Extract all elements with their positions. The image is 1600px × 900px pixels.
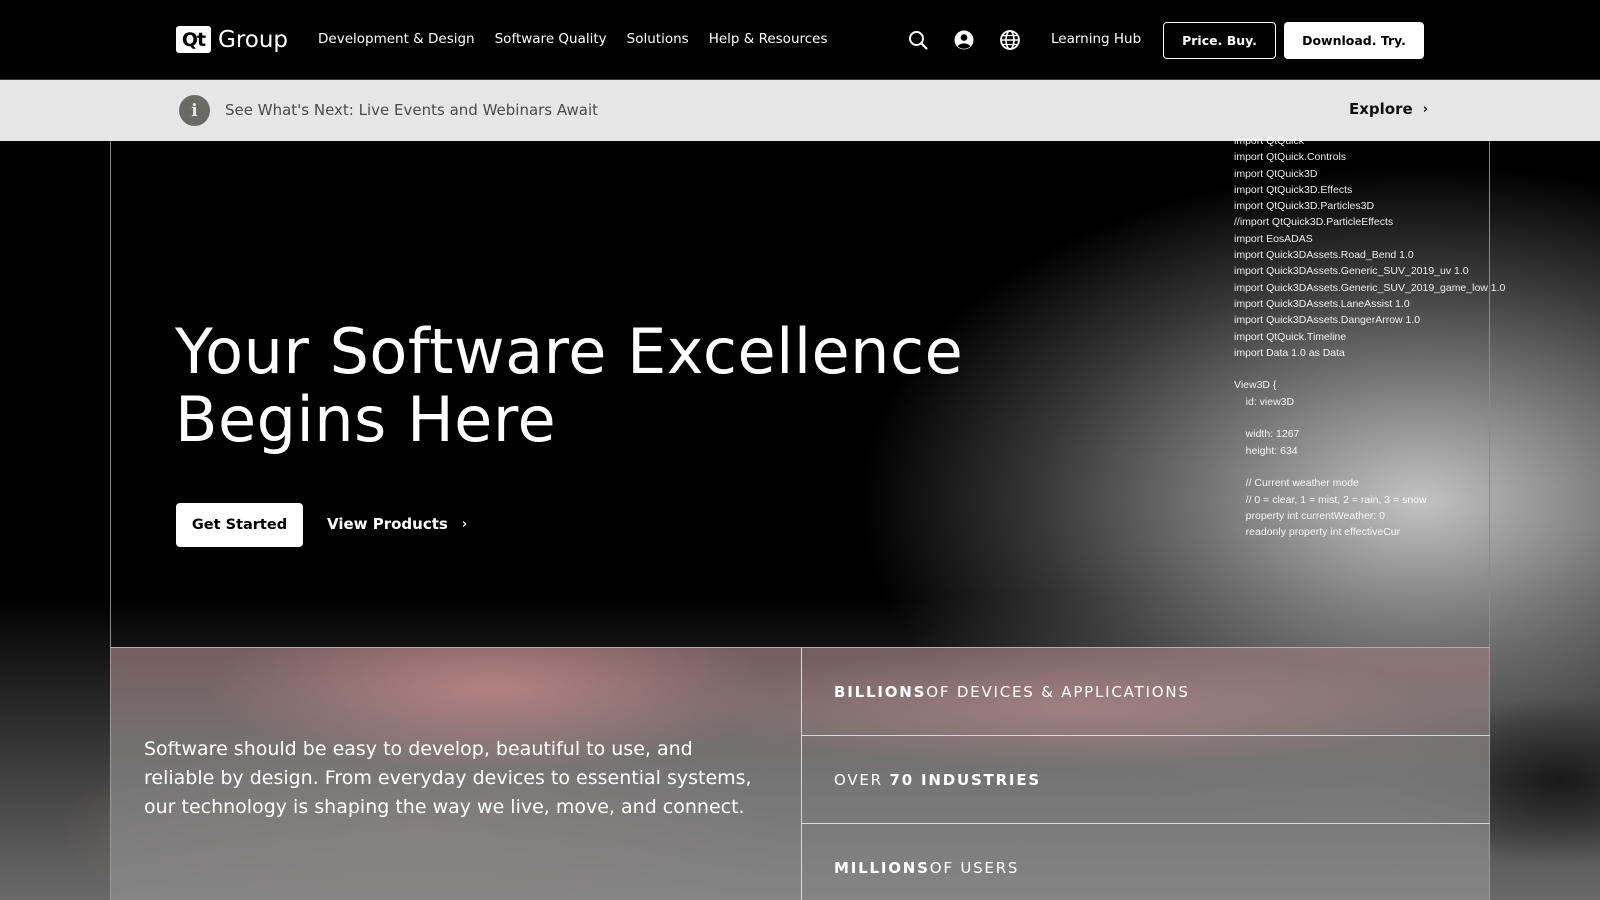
code-line: id: view3D xyxy=(1234,395,1295,408)
code-line: import QtQuick xyxy=(1234,135,1305,147)
code-line: // Current weather mode xyxy=(1234,477,1359,490)
view-products-label: View Products xyxy=(327,515,448,533)
nav-software-quality[interactable]: Software Quality xyxy=(495,31,607,47)
stat-bold: BILLIONS xyxy=(834,682,927,701)
info-icon: i xyxy=(179,95,210,126)
code-line: // 0 = clear, 1 = mist, 2 = rain, 3 = sn… xyxy=(1234,493,1427,506)
hero-title: Your Software Excellence Begins Here xyxy=(175,318,975,454)
stat-bold: 70 INDUSTRIES xyxy=(889,770,1041,789)
nav-solutions[interactable]: Solutions xyxy=(627,31,689,47)
stat-bold: MILLIONS xyxy=(834,859,930,877)
stat-rest: OF DEVICES & APPLICATIONS xyxy=(926,682,1190,701)
explore-label: Explore xyxy=(1349,100,1413,118)
chevron-right-icon: › xyxy=(461,516,468,532)
view-products-link[interactable]: View Products › xyxy=(327,515,467,533)
stats-list: BILLIONS OF DEVICES & APPLICATIONS OVER … xyxy=(801,648,1490,900)
account-icon[interactable] xyxy=(953,29,975,51)
chevron-right-icon: › xyxy=(1422,101,1429,117)
code-line: property int currentWeather: 0 xyxy=(1234,509,1385,522)
code-line: import QtQuick3D.Particles3D xyxy=(1234,200,1375,213)
code-line: height: 634 xyxy=(1234,444,1298,457)
logo-text: Group xyxy=(218,26,289,53)
code-line: import QtQuick.Controls xyxy=(1234,151,1347,164)
code-line: import Quick3DAssets.LaneAssist 1.0 xyxy=(1234,297,1410,310)
code-line: View3D { xyxy=(1234,379,1277,392)
code-line: import Data 1.0 as Data xyxy=(1234,346,1345,359)
code-line: import Quick3DAssets.DangerArrow 1.0 xyxy=(1234,314,1421,327)
stat-pre: OVER xyxy=(834,770,883,789)
hero-title-line-2: Begins Here xyxy=(175,383,557,456)
search-icon[interactable] xyxy=(907,29,929,51)
nav-development-design[interactable]: Development & Design xyxy=(318,31,475,47)
code-line: import QtQuick.Timeline xyxy=(1234,330,1347,343)
site-header: Qt Group Development & Design Software Q… xyxy=(0,0,1600,80)
announcement-text[interactable]: See What's Next: Live Events and Webinar… xyxy=(225,101,598,119)
explore-link[interactable]: Explore › xyxy=(1349,100,1428,118)
stat-devices: BILLIONS OF DEVICES & APPLICATIONS xyxy=(802,648,1490,736)
code-line: readonly property int effectiveCur xyxy=(1234,526,1401,539)
qt-logo-mark: Qt xyxy=(176,26,211,53)
announcement-bar: i See What's Next: Live Events and Webin… xyxy=(0,80,1600,141)
qt-group-logo[interactable]: Qt Group xyxy=(176,26,288,53)
download-try-button[interactable]: Download. Try. xyxy=(1284,22,1424,59)
code-line: width: 1267 xyxy=(1234,428,1300,441)
stat-rest: OF USERS xyxy=(929,859,1020,877)
hero-title-line-1: Your Software Excellence xyxy=(175,315,964,388)
stats-panel: Software should be easy to develop, beau… xyxy=(110,647,1490,900)
learning-hub-link[interactable]: Learning Hub xyxy=(1051,31,1141,47)
main-nav: Development & Design Software Quality So… xyxy=(318,31,848,47)
code-line: import Quick3DAssets.Generic_SUV_2019_ga… xyxy=(1234,281,1506,294)
code-line: //import QtQuick3D.ParticleEffects xyxy=(1234,216,1394,229)
code-line: import Quick3DAssets.Road_Bend 1.0 xyxy=(1234,249,1414,262)
code-line: import QtQuick3D.Effects xyxy=(1234,183,1353,196)
stat-industries: OVER 70 INDUSTRIES xyxy=(802,736,1490,824)
code-line: import QtQuick3D xyxy=(1234,167,1318,180)
get-started-button[interactable]: Get Started xyxy=(176,503,303,547)
code-line: import EosADAS xyxy=(1234,232,1313,245)
price-buy-button[interactable]: Price. Buy. xyxy=(1163,22,1276,59)
nav-help-resources[interactable]: Help & Resources xyxy=(709,31,828,47)
globe-icon[interactable] xyxy=(999,29,1021,51)
mission-statement: Software should be easy to develop, beau… xyxy=(144,738,752,818)
stat-users: MILLIONS OF USERS xyxy=(802,824,1490,900)
code-snippet: import QtQuick import QtQuick.Controls imp… xyxy=(1234,133,1564,540)
code-line: import Quick3DAssets.Generic_SUV_2019_uv… xyxy=(1234,265,1469,278)
